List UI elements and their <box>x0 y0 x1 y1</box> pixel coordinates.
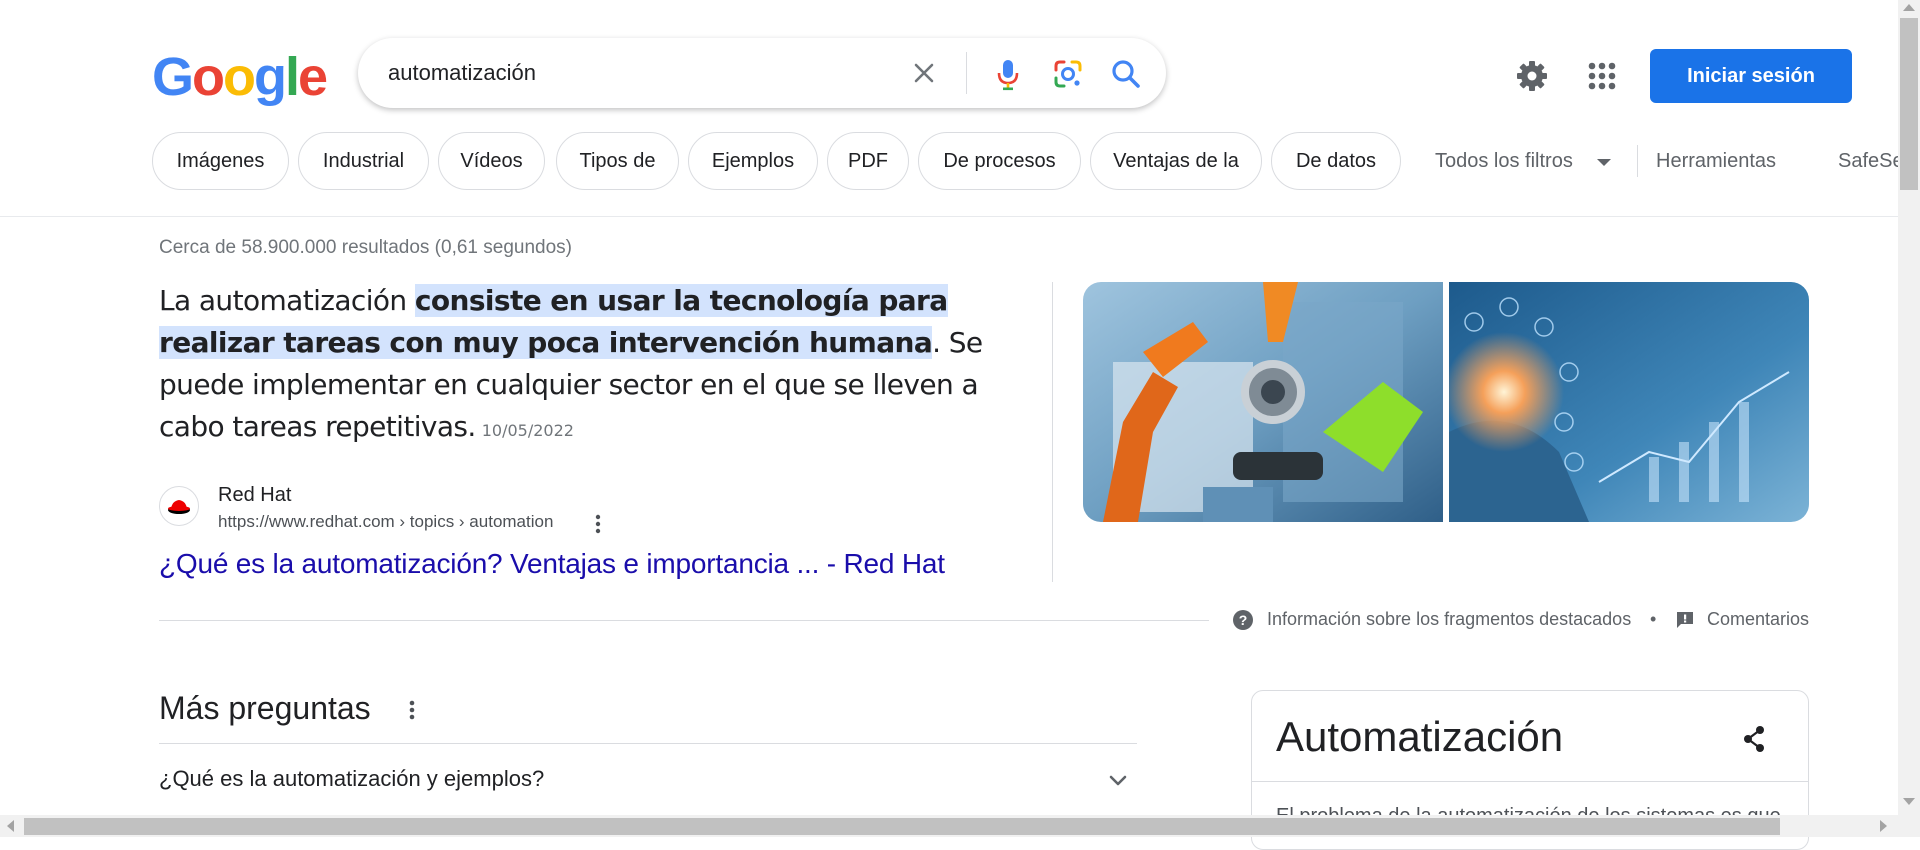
snippet-date: 10/05/2022 <box>481 421 574 440</box>
gear-icon[interactable] <box>1512 56 1552 96</box>
about-featured-snippets-link[interactable]: Información sobre los fragmentos destaca… <box>1267 609 1631 630</box>
google-lens-icon[interactable] <box>1048 54 1088 94</box>
logo-letter: o <box>192 47 225 107</box>
separator-dot: • <box>1650 609 1657 629</box>
people-also-ask-title: Más preguntas <box>159 690 371 726</box>
redhat-favicon-icon[interactable] <box>159 486 199 526</box>
filter-chip-industrial[interactable]: Industrial <box>298 132 429 190</box>
tools-divider <box>1637 145 1638 177</box>
knowledge-panel-divider <box>1252 781 1808 782</box>
scroll-down-arrow-icon[interactable] <box>1903 798 1915 805</box>
more-vert-icon[interactable] <box>402 698 422 722</box>
header-divider <box>0 216 1898 217</box>
featured-snippet: La automatización consiste en usar la te… <box>159 280 1019 452</box>
google-logo[interactable]: Google <box>152 47 328 107</box>
feedback-link[interactable]: Comentarios <box>1707 609 1809 630</box>
filter-chip-examples[interactable]: Ejemplos <box>688 132 818 190</box>
filter-chip-processes[interactable]: De procesos <box>918 132 1081 190</box>
scroll-right-arrow-icon[interactable] <box>1880 820 1887 832</box>
filter-chip-images[interactable]: Imágenes <box>152 132 289 190</box>
logo-letter: g <box>254 47 287 107</box>
knowledge-panel-title: Automatización <box>1276 713 1564 760</box>
svg-text:?: ? <box>1239 612 1248 628</box>
chevron-down-icon <box>1597 159 1611 166</box>
search-input[interactable]: automatización <box>388 60 536 86</box>
horizontal-scrollbar-thumb[interactable] <box>24 818 1780 835</box>
logo-letter: G <box>152 47 194 107</box>
paa-question[interactable]: ¿Qué es la automatización y ejemplos? <box>159 766 544 792</box>
more-vert-icon[interactable] <box>588 513 608 535</box>
search-icon[interactable] <box>1106 54 1146 94</box>
source-name[interactable]: Red Hat <box>218 484 291 507</box>
result-title-link[interactable]: ¿Qué es la automatización? Ventajas e im… <box>159 548 945 580</box>
filter-chip-advantages[interactable]: Ventajas de la <box>1090 132 1262 190</box>
result-stats: Cerca de 58.900.000 resultados (0,61 seg… <box>159 237 572 258</box>
digital-technology-image[interactable] <box>1449 282 1809 522</box>
vertical-scrollbar-thumb[interactable] <box>1900 18 1918 190</box>
search-box[interactable]: automatización <box>358 38 1166 108</box>
filter-chip-data[interactable]: De datos <box>1271 132 1401 190</box>
scroll-left-arrow-icon[interactable] <box>7 820 14 832</box>
chevron-down-icon[interactable] <box>1104 769 1132 793</box>
microphone-icon[interactable] <box>988 54 1028 94</box>
safesearch-button[interactable]: SafeSe <box>1838 150 1898 173</box>
share-icon[interactable] <box>1736 721 1772 757</box>
help-icon[interactable]: ? <box>1232 609 1254 631</box>
filter-chip-pdf[interactable]: PDF <box>827 132 909 190</box>
filter-chip-videos[interactable]: Vídeos <box>438 132 545 190</box>
snippet-column-divider <box>1052 282 1053 582</box>
sign-in-button[interactable]: Iniciar sesión <box>1650 49 1852 103</box>
logo-letter: o <box>223 47 256 107</box>
logo-letter: e <box>298 47 328 107</box>
tools-button[interactable]: Herramientas <box>1656 150 1776 173</box>
apps-grid-icon[interactable] <box>1582 56 1622 96</box>
snippet-text: La automatización <box>159 284 415 317</box>
all-filters-button[interactable]: Todos los filtros <box>1435 150 1573 173</box>
close-icon[interactable] <box>906 55 942 91</box>
feedback-icon[interactable] <box>1674 609 1696 631</box>
logo-letter: l <box>285 47 300 107</box>
paa-divider <box>159 743 1137 744</box>
source-url[interactable]: https://www.redhat.com › topics › automa… <box>218 512 553 532</box>
robotic-arms-image[interactable] <box>1083 282 1443 522</box>
filter-chip-types[interactable]: Tipos de <box>556 132 679 190</box>
snippet-divider <box>159 620 1209 621</box>
search-divider <box>966 52 967 94</box>
scroll-up-arrow-icon[interactable] <box>1903 4 1915 11</box>
